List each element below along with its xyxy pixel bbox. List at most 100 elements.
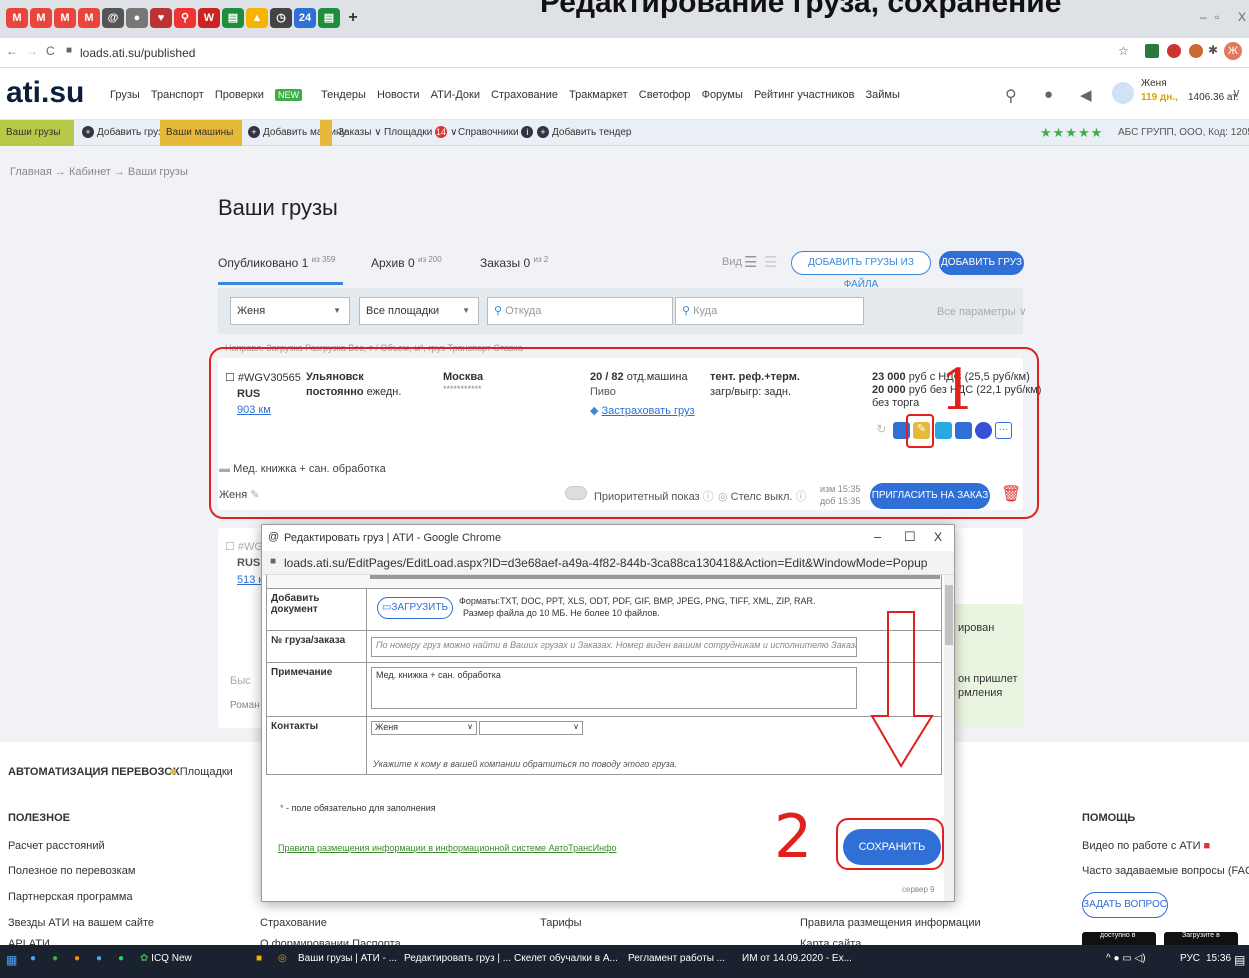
search-icon[interactable]: ⚲ [1005,86,1017,106]
tray-icons[interactable]: ^ ● ▭ ◁) [1106,953,1146,964]
distance-link[interactable]: 513 к [237,574,263,586]
footer-link[interactable]: Полезное по перевозкам [8,865,135,877]
ati-tab-icon[interactable]: @ [102,8,124,28]
nav-item-insurance[interactable]: Страхование [491,89,558,101]
from-input[interactable]: ⚲ Откуда [487,297,673,325]
app-store-badge[interactable]: Загрузите в [1164,932,1238,945]
orders-menu[interactable]: Заказы ∨ [338,120,382,146]
add-load-link[interactable]: + Добавить груз [82,120,163,146]
taskbar-item[interactable]: Регламент работы ... [628,953,725,964]
nav-item-trackmarket[interactable]: Тракмаркет [569,89,628,101]
bell-icon[interactable]: ◀ [1080,86,1092,104]
grid-view-icon[interactable]: ☰ [764,253,777,271]
company-name[interactable]: АБС ГРУПП, ООО, Код: 120505 [1118,120,1249,146]
footer-link[interactable]: Звезды АТИ на вашем сайте [8,917,154,929]
sheets-tab-icon[interactable]: ▤ [222,8,244,28]
tab-archive[interactable]: Архив 0 из 200 [371,255,442,270]
tab-24[interactable]: 24 [294,8,316,28]
footer-link[interactable]: Тарифы [540,917,582,929]
site-tab-icon[interactable]: ♥ [150,8,172,28]
url-field[interactable]: loads.ati.su/published [80,46,195,60]
gmail-tab-icon[interactable]: M [6,8,28,28]
company-select[interactable]: ∨ [479,721,583,735]
nav-item-forums[interactable]: Форумы [702,89,743,101]
rules-link[interactable]: Правила размещения информации в информац… [278,843,617,853]
close-icon[interactable]: X [934,530,942,544]
new-tab-button[interactable]: + [342,8,364,28]
taskbar-item[interactable]: Скелет обучалки в А... [514,953,618,964]
nav-item-cargo[interactable]: Грузы [110,89,140,101]
notifications-icon[interactable]: ▤ [1234,953,1245,967]
nav-item-news[interactable]: Новости [377,89,420,101]
forward-icon[interactable]: → [26,44,38,58]
back-icon[interactable]: ← [6,44,18,58]
to-input[interactable]: ⚲ Куда [675,297,864,325]
user-name[interactable]: Женя [1141,78,1167,89]
telegram-icon[interactable]: ● [96,953,102,964]
nav-item-loans[interactable]: Займы [865,89,899,101]
nav-item-checks[interactable]: Проверки NEW [215,89,310,101]
load-number-input[interactable]: По номеру груз можно найти в Ваших груза… [371,637,857,657]
language-indicator[interactable]: РУС [1180,953,1200,964]
breadcrumb[interactable]: Главная → Кабинет → Ваши грузы [10,166,188,178]
maximize-icon[interactable]: ☐ [904,529,916,545]
footer-faq-link[interactable]: Часто задаваемые вопросы (FAQ) [1082,865,1249,877]
adblock-icon[interactable] [1167,44,1181,58]
firefox-icon[interactable]: ● [74,953,80,964]
icq-taskbar-item[interactable]: ✿ ICQ New [140,953,192,964]
ati-logo[interactable]: ati.su [6,76,84,110]
gmail-tab-icon[interactable]: M [54,8,76,28]
taskbar-item[interactable]: Редактировать груз | ... [404,953,511,964]
chat-icon[interactable]: ● [1044,86,1053,103]
clock[interactable]: 15:36 [1206,953,1231,964]
whatsapp-icon[interactable]: ● [118,953,124,964]
gmail-tab-icon[interactable]: M [78,8,100,28]
clock-tab-icon[interactable]: ◷ [270,8,292,28]
minimize-icon[interactable]: – [874,529,881,544]
popup-url[interactable]: loads.ati.su/EditPages/EditLoad.aspx?ID=… [284,556,927,570]
upload-button[interactable]: ▭ЗАГРУЗИТЬ [377,597,453,619]
windows-start-icon[interactable]: ▦ [6,953,17,967]
profile-avatar[interactable]: Ж [1224,42,1242,60]
nav-item-svetofor[interactable]: Светофор [639,89,691,101]
platform-select[interactable]: Все площадки ▼ [359,297,479,325]
extensions-icon[interactable]: ✱ [1208,43,1218,57]
ask-question-button[interactable]: ЗАДАТЬ ВОПРОС [1082,892,1168,918]
extension-icon[interactable] [1145,44,1159,58]
my-loads-link[interactable]: Ваши грузы 99+ [0,120,74,164]
footer-help-video[interactable]: Видео по работе с АТИ ■ [1082,840,1210,852]
footer-link[interactable]: Правила размещения информации [800,917,981,929]
site-tab-icon[interactable]: ● [126,8,148,28]
sheets-tab-icon[interactable]: ▤ [318,8,340,28]
tab-published[interactable]: Опубликовано 1 из 359 [218,255,335,270]
avatar[interactable] [1112,82,1134,104]
nav-item-docs[interactable]: АТИ-Доки [431,89,480,101]
footer-link[interactable]: Страхование [260,917,327,929]
nav-item-transport[interactable]: Транспорт [151,89,204,101]
taskbar-item[interactable]: Ваши грузы | АТИ - ... [298,953,397,964]
my-machines-link[interactable]: Ваши машины 38 [160,120,242,164]
restore-window-icon[interactable]: ▫ [1215,10,1219,24]
all-params-link[interactable]: Все параметры ∨ [937,305,1027,318]
list-view-icon[interactable]: ☰ [744,253,757,271]
import-loads-button[interactable]: ДОБАВИТЬ ГРУЗЫ ИЗ ФАЙЛА [791,251,931,290]
minimize-window-icon[interactable]: – [1200,10,1207,24]
scrollbar-thumb[interactable] [945,585,953,645]
drive-tab-icon[interactable]: ▲ [246,8,268,28]
site-tab-icon[interactable]: W [198,8,220,28]
chevron-down-icon[interactable]: ∨ [1232,86,1241,100]
platforms-menu[interactable]: Площадки 14 ∨ [384,120,457,146]
nav-item-rating[interactable]: Рейтинг участников [754,89,854,101]
google-play-badge[interactable]: доступно в [1082,932,1156,945]
contact-select[interactable]: Женя ∨ [371,721,477,735]
nav-item-tenders[interactable]: Тендеры [321,89,366,101]
footer-link[interactable]: Расчет расстояний [8,840,105,852]
references-menu[interactable]: Справочники i∨ [458,120,544,146]
taskbar-item[interactable]: ИМ от 14.09.2020 - Ex... [742,953,852,964]
note-textarea[interactable]: Мед. книжка + сан. обработка [371,667,857,709]
search-icon[interactable]: ● [30,953,36,964]
chrome-icon[interactable]: ● [52,953,58,964]
bookmark-star-icon[interactable]: ☆ [1118,44,1129,58]
extension-icon[interactable] [1189,44,1203,58]
footer-link[interactable]: Партнерская программа [8,891,133,903]
